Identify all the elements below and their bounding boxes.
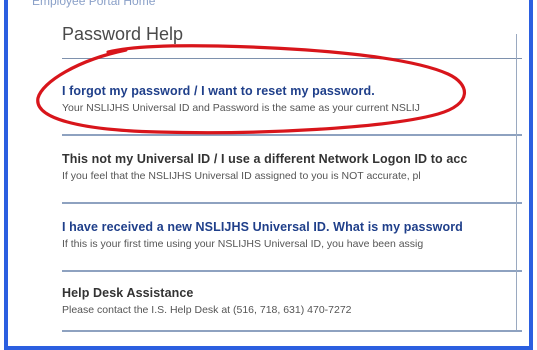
page-title: Password Help bbox=[62, 24, 184, 44]
section-divider bbox=[62, 134, 522, 136]
reset-password-link[interactable]: I forgot my password / I want to reset m… bbox=[62, 84, 529, 98]
title-divider bbox=[62, 58, 522, 59]
breadcrumb[interactable]: Employee Portal Home bbox=[32, 0, 155, 8]
help-desk-phone: Please contact the I.S. Help Desk at (51… bbox=[62, 304, 352, 316]
new-id-password-link[interactable]: I have received a new NSLIJHS Universal … bbox=[62, 220, 529, 234]
section-wrong-id: This not my Universal ID / I use a diffe… bbox=[62, 152, 529, 182]
wrong-id-description: If you feel that the NSLIJHS Universal I… bbox=[62, 170, 421, 182]
content-right-border bbox=[516, 34, 517, 330]
section-divider bbox=[62, 202, 522, 204]
screenshot-frame: Employee Portal Home Password Help I for… bbox=[4, 0, 533, 350]
help-desk-heading: Help Desk Assistance bbox=[62, 286, 194, 300]
section-divider bbox=[62, 270, 522, 272]
wrong-id-heading: This not my Universal ID / I use a diffe… bbox=[62, 152, 468, 166]
section-reset-password: I forgot my password / I want to reset m… bbox=[62, 84, 529, 114]
section-new-id: I have received a new NSLIJHS Universal … bbox=[62, 220, 529, 250]
section-divider bbox=[62, 330, 522, 332]
reset-password-description: Your NSLIJHS Universal ID and Password i… bbox=[62, 102, 420, 114]
section-help-desk: Help Desk Assistance Please contact the … bbox=[62, 286, 529, 316]
new-id-description: If this is your first time using your NS… bbox=[62, 238, 424, 250]
page-viewport: Employee Portal Home Password Help I for… bbox=[8, 0, 529, 346]
